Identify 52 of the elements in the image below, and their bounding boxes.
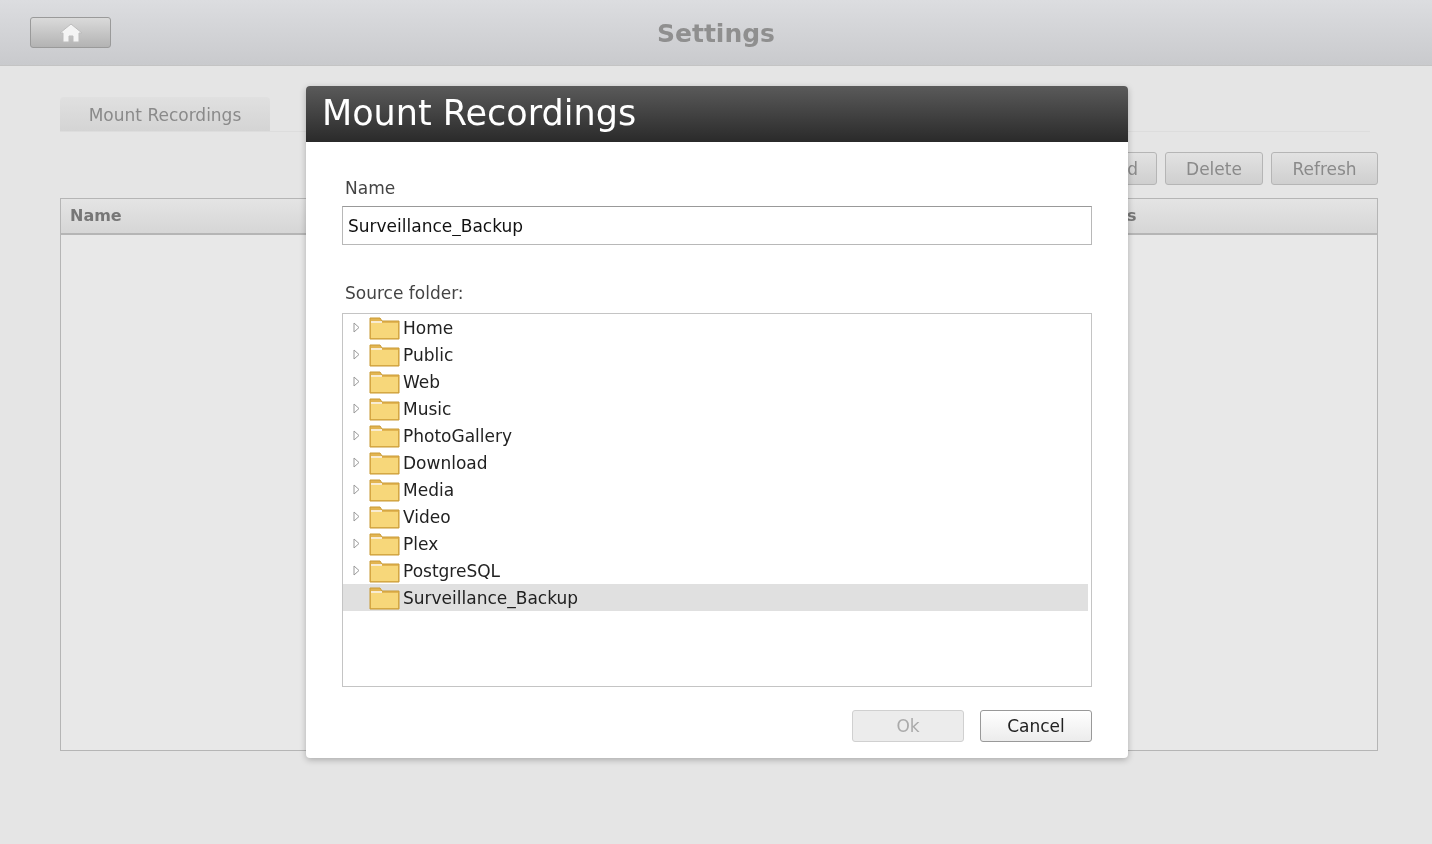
home-button[interactable] [30, 17, 111, 48]
folder-label: Surveillance_Backup [403, 587, 579, 608]
expand-arrow-icon[interactable] [352, 511, 360, 522]
folder-label: PostgreSQL [403, 560, 501, 581]
folder-label: Public [403, 344, 454, 365]
folder-label: PhotoGallery [403, 425, 513, 446]
folder-item[interactable]: Plex [343, 530, 1088, 557]
folder-icon [369, 342, 400, 367]
expand-arrow-icon[interactable] [352, 376, 360, 387]
folder-icon [369, 369, 400, 394]
expand-arrow-icon[interactable] [352, 430, 360, 441]
expand-arrow-icon[interactable] [352, 484, 360, 495]
field-label: Name [345, 178, 397, 198]
folder-item[interactable]: Public [343, 341, 1088, 368]
folder-item[interactable]: Video [343, 503, 1088, 530]
folder-icon [369, 423, 400, 448]
folder-label: Video [403, 506, 451, 527]
folder-icon [369, 504, 400, 529]
folder-label: Music [403, 398, 452, 419]
folder-label: Plex [403, 533, 439, 554]
folder-label: Download [403, 452, 488, 473]
field-label: Source folder: [345, 283, 465, 303]
folder-item[interactable]: Surveillance_Backup [343, 584, 1088, 611]
page-title: Settings [657, 19, 775, 48]
expand-arrow-icon[interactable] [352, 457, 360, 468]
expand-arrow-icon[interactable] [352, 349, 360, 360]
expand-arrow-icon[interactable] [352, 565, 360, 576]
expand-arrow-icon[interactable] [352, 403, 360, 414]
dialog-button[interactable]: Cancel [980, 710, 1092, 742]
folder-item[interactable]: Music [343, 395, 1088, 422]
column-header: Name [70, 206, 122, 225]
folder-label: Web [403, 371, 441, 392]
folder-icon [369, 450, 400, 475]
expand-arrow-icon[interactable] [352, 538, 360, 549]
folder-item[interactable]: PostgreSQL [343, 557, 1088, 584]
folder-icon [369, 585, 400, 610]
folder-item[interactable]: Web [343, 368, 1088, 395]
folder-icon [369, 558, 400, 583]
expand-arrow-icon[interactable] [352, 322, 360, 333]
folder-item[interactable]: Media [343, 476, 1088, 503]
folder-item[interactable]: PhotoGallery [343, 422, 1088, 449]
folder-label: Home [403, 317, 454, 338]
folder-icon [369, 396, 400, 421]
folder-item[interactable]: Home [343, 314, 1088, 341]
column-header: s [1127, 206, 1137, 225]
dialog-title: Mount Recordings [306, 86, 1128, 142]
folder-item[interactable]: Download [343, 449, 1088, 476]
folder-icon [369, 477, 400, 502]
home-icon [57, 21, 84, 44]
name-field[interactable]: Surveillance_Backup [342, 206, 1092, 245]
folder-label: Media [403, 479, 455, 500]
folder-icon [369, 531, 400, 556]
